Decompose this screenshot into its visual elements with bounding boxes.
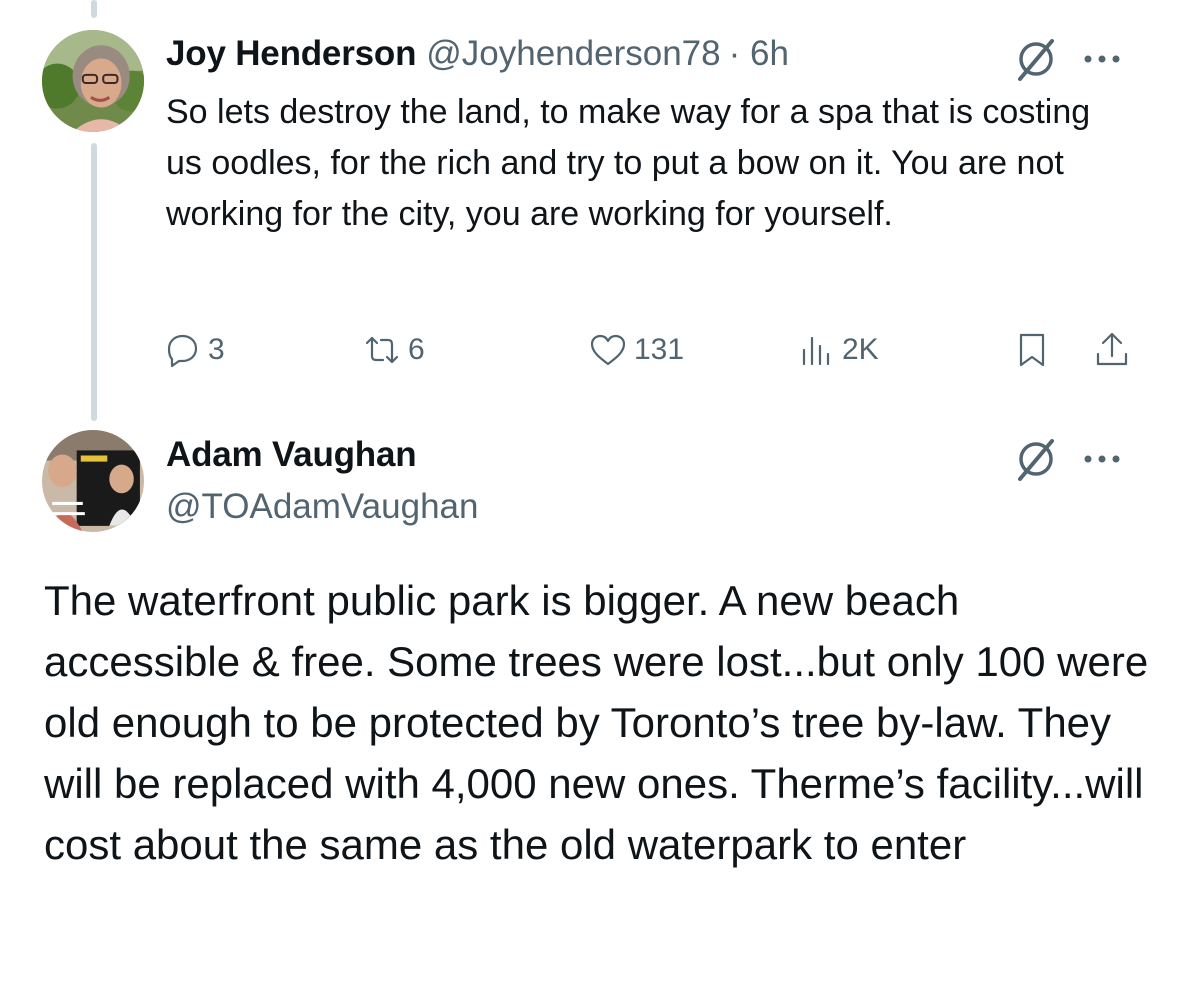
avatar-photo-joy xyxy=(42,30,144,132)
grok-icon[interactable] xyxy=(1012,35,1060,83)
tweet-header: Joy Henderson @Joyhenderson78 · 6h xyxy=(166,34,789,78)
share-icon xyxy=(1096,332,1128,366)
timestamp[interactable]: · 6h xyxy=(729,34,789,74)
avatar[interactable] xyxy=(42,30,144,132)
tweet-top-icons xyxy=(1012,37,1124,81)
tweet-actions: 3 6 131 2K xyxy=(160,326,1140,374)
grok-icon[interactable] xyxy=(1012,435,1060,483)
thread-line xyxy=(91,143,97,421)
like-count: 131 xyxy=(634,333,685,366)
repost-button[interactable]: 6 xyxy=(362,326,425,374)
views-count: 2K xyxy=(842,333,879,366)
reply-count: 3 xyxy=(208,333,225,366)
repost-icon xyxy=(365,336,399,364)
reply-button[interactable]: 3 xyxy=(162,326,225,374)
bookmark-icon xyxy=(1019,333,1045,367)
author-handle[interactable]: @Joyhenderson78 xyxy=(426,34,720,74)
thread-line-top xyxy=(91,0,97,18)
reply-icon xyxy=(167,334,198,368)
like-icon xyxy=(590,334,626,366)
like-button[interactable]: 131 xyxy=(588,326,684,374)
tweet-top-icons xyxy=(1012,437,1124,481)
author-handle[interactable]: @TOAdamVaughan xyxy=(166,487,478,527)
author-name[interactable]: Adam Vaughan xyxy=(166,435,417,475)
more-icon[interactable] xyxy=(1080,37,1124,81)
avatar[interactable] xyxy=(42,430,144,532)
author-name[interactable]: Joy Henderson xyxy=(166,34,416,74)
views-button[interactable]: 2K xyxy=(796,326,879,374)
views-icon xyxy=(802,336,830,366)
tweet-text: So lets destroy the land, to make way fo… xyxy=(166,93,1091,233)
repost-count: 6 xyxy=(408,333,425,366)
avatar-photo-adam xyxy=(42,430,144,532)
bookmark-button[interactable] xyxy=(1012,326,1052,374)
share-button[interactable] xyxy=(1092,326,1132,374)
more-icon[interactable] xyxy=(1080,437,1124,481)
tweet-text: The waterfront public park is bigger. A … xyxy=(44,577,1149,868)
